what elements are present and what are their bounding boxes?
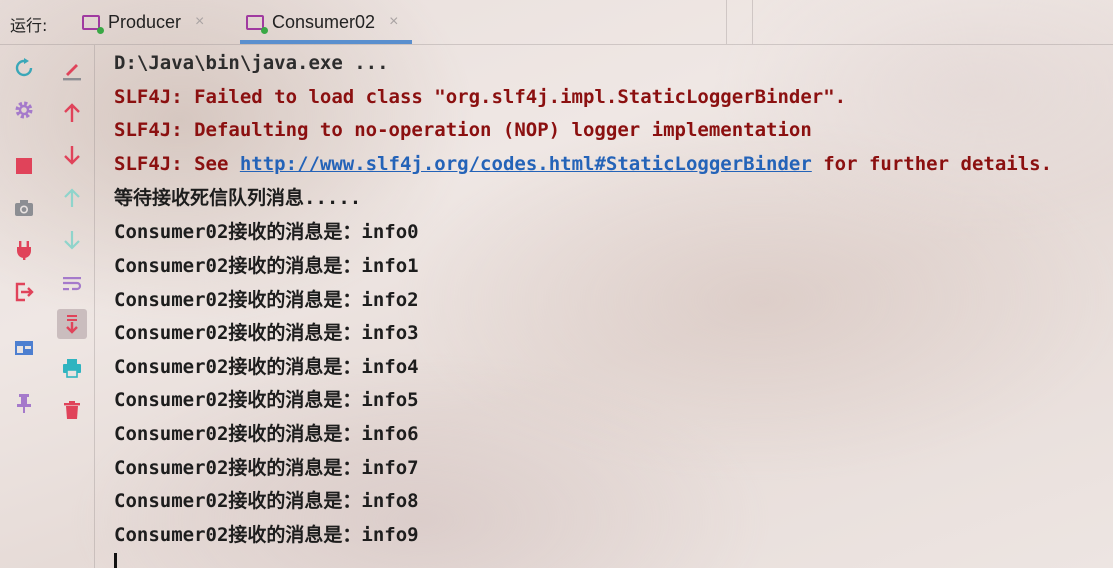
output-line: Consumer02接收的消息是：info3 <box>114 322 419 344</box>
scroll-to-end-button[interactable] <box>57 309 87 339</box>
stop-button[interactable] <box>9 151 39 181</box>
divider <box>726 0 727 44</box>
settings-icon <box>15 101 33 119</box>
output-line: Consumer02接收的消息是：info1 <box>114 255 419 277</box>
slf4j-link[interactable]: http://www.slf4j.org/codes.html#StaticLo… <box>240 153 812 175</box>
camera-icon <box>15 200 33 216</box>
console-output[interactable]: D:\Java\bin\java.exe ... SLF4J: Failed t… <box>114 48 1113 568</box>
clear-all-button[interactable] <box>57 395 87 425</box>
run-config-icon <box>246 14 268 34</box>
tab-label: Consumer02 <box>272 11 376 32</box>
rerun-button[interactable] <box>9 53 39 83</box>
pin-icon <box>17 394 31 413</box>
output-line: Consumer02接收的消息是：info5 <box>114 389 419 411</box>
output-line: Consumer02接收的消息是：info7 <box>114 457 419 479</box>
soft-wrap-button[interactable] <box>57 268 87 298</box>
print-button[interactable] <box>57 353 87 383</box>
exit-button[interactable] <box>9 277 39 307</box>
dump-threads-button[interactable] <box>9 193 39 223</box>
stop-icon <box>16 158 32 174</box>
previous-occurrence-button[interactable] <box>57 98 87 128</box>
close-icon[interactable]: × <box>389 13 398 31</box>
print-icon <box>63 359 81 378</box>
output-line: Consumer02接收的消息是：info0 <box>114 221 419 243</box>
layout-button[interactable] <box>9 333 39 363</box>
run-config-icon <box>82 14 104 34</box>
trash-icon <box>64 401 80 419</box>
settings-button[interactable] <box>9 95 39 125</box>
tab-producer[interactable]: Producer × <box>82 0 204 44</box>
output-line: Consumer02接收的消息是：info9 <box>114 524 419 546</box>
scroll-down-button[interactable] <box>57 225 87 255</box>
output-line: Consumer02接收的消息是：info6 <box>114 423 419 445</box>
edit-icon <box>63 64 81 81</box>
arrow-up-light-icon <box>64 188 80 207</box>
command-line: D:\Java\bin\java.exe ... <box>114 52 389 74</box>
arrow-up-icon <box>64 103 80 122</box>
edit-configuration-button[interactable] <box>57 55 87 85</box>
soft-wrap-icon <box>63 277 82 291</box>
pin-tab-button[interactable] <box>9 388 39 418</box>
scroll-to-end-icon <box>66 315 78 334</box>
output-line: Consumer02接收的消息是：info4 <box>114 356 419 378</box>
error-line: SLF4J: Defaulting to no-operation (NOP) … <box>114 119 812 141</box>
next-occurrence-button[interactable] <box>57 140 87 170</box>
waiting-line: 等待接收死信队列消息..... <box>114 187 362 209</box>
error-text: for further details. <box>811 153 1053 175</box>
output-line: Consumer02接收的消息是：info8 <box>114 490 419 512</box>
attach-button[interactable] <box>9 235 39 265</box>
layout-icon <box>15 341 33 355</box>
run-label: 运行: <box>10 16 48 35</box>
run-tab-bar: 运行: Producer × Consumer02 × <box>0 0 1113 45</box>
close-icon[interactable]: × <box>195 13 204 31</box>
plug-icon <box>17 241 31 260</box>
run-toolbar-left <box>0 45 46 568</box>
text-caret <box>114 553 117 568</box>
exit-icon <box>15 282 34 302</box>
run-toolbar-right <box>48 45 95 568</box>
tab-consumer02[interactable]: Consumer02 × <box>239 0 413 44</box>
error-line: SLF4J: Failed to load class "org.slf4j.i… <box>114 86 847 108</box>
output-line: Consumer02接收的消息是：info2 <box>114 289 419 311</box>
error-line: SLF4J: See http://www.slf4j.org/codes.ht… <box>114 149 1052 179</box>
arrow-down-icon <box>64 146 80 165</box>
scroll-up-button[interactable] <box>57 183 87 213</box>
tab-label: Producer <box>108 11 182 32</box>
divider <box>752 0 753 44</box>
arrow-down-light-icon <box>64 231 80 250</box>
rerun-icon <box>15 58 33 77</box>
error-text: SLF4J: See <box>114 153 240 175</box>
